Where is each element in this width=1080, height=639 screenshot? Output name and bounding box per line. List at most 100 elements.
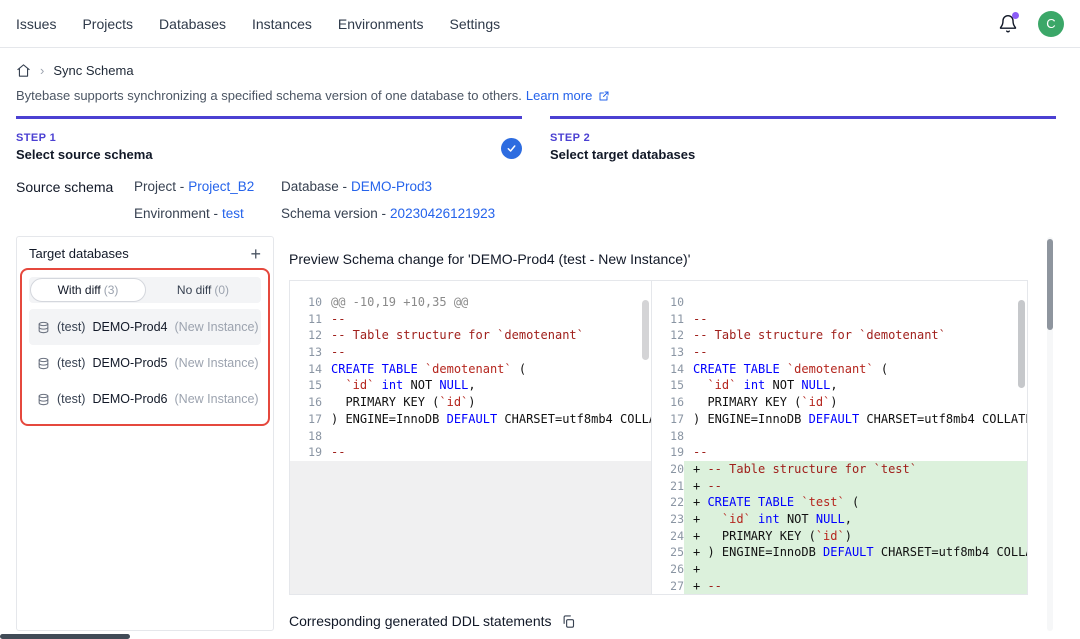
line-number: 16 <box>290 394 322 411</box>
diff-line-26: 26+ <box>652 561 1027 578</box>
database-link[interactable]: DEMO-Prod3 <box>351 179 432 194</box>
diff-line-15: 15 `id` int NOT NULL, <box>290 377 651 394</box>
item-database-name: DEMO-Prod5 <box>92 356 167 370</box>
main-nav: Issues Projects Databases Instances Environm… <box>16 16 500 32</box>
line-content: -- <box>684 344 1027 361</box>
line-number: 18 <box>652 428 684 445</box>
line-number: 12 <box>652 327 684 344</box>
home-icon[interactable] <box>16 63 31 78</box>
line-number: 17 <box>652 411 684 428</box>
header-right: C <box>998 11 1064 37</box>
database-instance-icon <box>37 393 50 406</box>
copy-icon[interactable] <box>561 614 576 629</box>
source-project: Project -Project_B2 <box>134 179 254 194</box>
tab-count: (3) <box>104 283 119 297</box>
project-link[interactable]: Project_B2 <box>188 179 254 194</box>
environment-label: Environment - <box>134 206 218 221</box>
diff-line-11: 11-- <box>652 311 1027 328</box>
line-content: -- Table structure for `demotenant` <box>322 327 651 344</box>
item-environment: (test) <box>57 356 85 370</box>
target-databases-title: Target databases <box>29 246 129 261</box>
add-target-database-button[interactable]: + <box>250 247 261 261</box>
horizontal-scrollbar-thumb[interactable] <box>0 634 130 639</box>
database-instance-icon <box>37 357 50 370</box>
line-content: + -- Table structure for `test` <box>684 461 1027 478</box>
line-number: 20 <box>652 461 684 478</box>
modified-pane-scrollbar[interactable] <box>1018 300 1025 388</box>
line-content: + -- <box>684 478 1027 495</box>
tab-no-diff[interactable]: No diff(0) <box>146 278 260 302</box>
line-number: 24 <box>652 528 684 545</box>
avatar[interactable]: C <box>1038 11 1064 37</box>
line-content: PRIMARY KEY (`id`) <box>684 394 1027 411</box>
line-number: 26 <box>652 561 684 578</box>
source-environment: Environment - test <box>134 206 244 221</box>
diff-line-23: 23+ `id` int NOT NULL, <box>652 511 1027 528</box>
diff-line-13: 13-- <box>290 344 651 361</box>
item-instance-suffix: (New Instance) <box>175 392 259 406</box>
line-content: + -- <box>684 578 1027 594</box>
nav-item-databases[interactable]: Databases <box>159 16 226 32</box>
nav-item-issues[interactable]: Issues <box>16 16 56 32</box>
breadcrumb-separator: › <box>40 63 44 78</box>
nav-item-instances[interactable]: Instances <box>252 16 312 32</box>
line-number: 27 <box>652 578 684 594</box>
line-number: 16 <box>652 394 684 411</box>
step2-progress-bar <box>550 116 1056 119</box>
line-number: 11 <box>652 311 684 328</box>
schema-version-link[interactable]: 20230426121923 <box>390 206 495 221</box>
diff-line-16: 16 PRIMARY KEY (`id`) <box>290 394 651 411</box>
target-database-item-demo-prod5[interactable]: (test)DEMO-Prod5(New Instance) <box>29 345 261 381</box>
step1-progress-bar <box>16 116 522 119</box>
target-databases-panel: Target databases + With diff(3)No diff(0… <box>16 236 274 631</box>
line-content: `id` int NOT NULL, <box>684 377 1027 394</box>
diff-pane-original[interactable]: 10@@ -10,19 +10,35 @@11--12-- Table stru… <box>290 281 652 594</box>
line-number: 19 <box>652 444 684 461</box>
line-content: ) ENGINE=InnoDB DEFAULT CHARSET=utf8mb4 … <box>684 411 1027 428</box>
database-label: Database - <box>281 179 347 194</box>
target-database-list: (test)DEMO-Prod4(New Instance)(test)DEMO… <box>29 309 261 417</box>
target-database-item-demo-prod4[interactable]: (test)DEMO-Prod4(New Instance) <box>29 309 261 345</box>
line-content: ) ENGINE=InnoDB DEFAULT CHARSET=utf8mb4 … <box>322 411 651 428</box>
nav-item-environments[interactable]: Environments <box>338 16 424 32</box>
line-number: 10 <box>290 294 322 311</box>
line-content: -- <box>322 344 651 361</box>
diff-line-15: 15 `id` int NOT NULL, <box>652 377 1027 394</box>
target-database-item-demo-prod6[interactable]: (test)DEMO-Prod6(New Instance) <box>29 381 261 417</box>
source-schema-label: Source schema <box>16 179 113 195</box>
diff-tabs: With diff(3)No diff(0) <box>29 277 261 303</box>
source-database: Database - DEMO-Prod3 <box>281 179 432 194</box>
environment-link[interactable]: test <box>222 206 244 221</box>
schema-diff-editor: 10@@ -10,19 +10,35 @@11--12-- Table stru… <box>289 280 1028 595</box>
database-instance-icon <box>37 321 50 334</box>
diff-line-11: 11-- <box>290 311 651 328</box>
original-pane-scrollbar[interactable] <box>642 300 649 360</box>
line-content: @@ -10,19 +10,35 @@ <box>322 294 651 311</box>
line-number: 10 <box>652 294 684 311</box>
nav-item-settings[interactable]: Settings <box>450 16 501 32</box>
diff-alignment-filler <box>290 461 651 594</box>
line-number: 19 <box>290 444 322 461</box>
step-complete-badge <box>501 138 522 159</box>
diff-pane-modified[interactable]: 1011--12-- Table structure for `demotena… <box>652 281 1027 594</box>
schema-version-label: Schema version - <box>281 206 386 221</box>
line-content <box>684 428 1027 445</box>
line-content: PRIMARY KEY (`id`) <box>322 394 651 411</box>
breadcrumb: › Sync Schema <box>16 63 134 78</box>
breadcrumb-current: Sync Schema <box>53 63 133 78</box>
diff-line-12: 12-- Table structure for `demotenant` <box>290 327 651 344</box>
diff-line-12: 12-- Table structure for `demotenant` <box>652 327 1027 344</box>
diff-line-14: 14CREATE TABLE `demotenant` ( <box>290 361 651 378</box>
line-content: + CREATE TABLE `test` ( <box>684 494 1027 511</box>
line-number: 11 <box>290 311 322 328</box>
line-content: -- <box>322 311 651 328</box>
line-number: 15 <box>290 377 322 394</box>
learn-more-link[interactable]: Learn more <box>526 88 592 103</box>
intro-text: Bytebase supports synchronizing a specif… <box>16 88 610 103</box>
diff-modified-code: 1011--12-- Table structure for `demotena… <box>652 281 1027 594</box>
notifications-button[interactable] <box>998 14 1018 34</box>
page-scrollbar-thumb[interactable] <box>1047 239 1053 330</box>
tab-with-diff[interactable]: With diff(3) <box>30 278 146 302</box>
nav-item-projects[interactable]: Projects <box>82 16 133 32</box>
diff-line-10: 10 <box>652 294 1027 311</box>
